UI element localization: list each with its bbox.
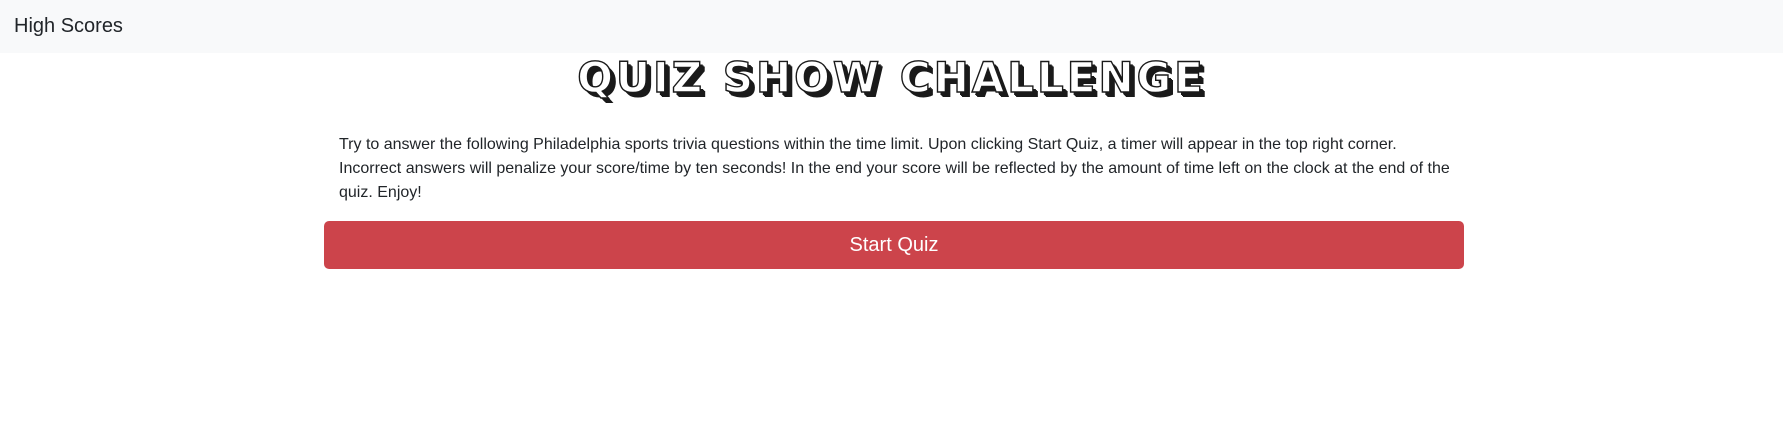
high-scores-link[interactable]: High Scores — [14, 15, 123, 38]
quiz-description: Try to answer the following Philadelphia… — [339, 136, 1450, 201]
page-title: QUIZ SHOW CHALLENGE — [577, 52, 1206, 102]
start-quiz-button[interactable]: Start Quiz — [324, 221, 1464, 269]
navbar: High Scores — [0, 0, 1783, 53]
